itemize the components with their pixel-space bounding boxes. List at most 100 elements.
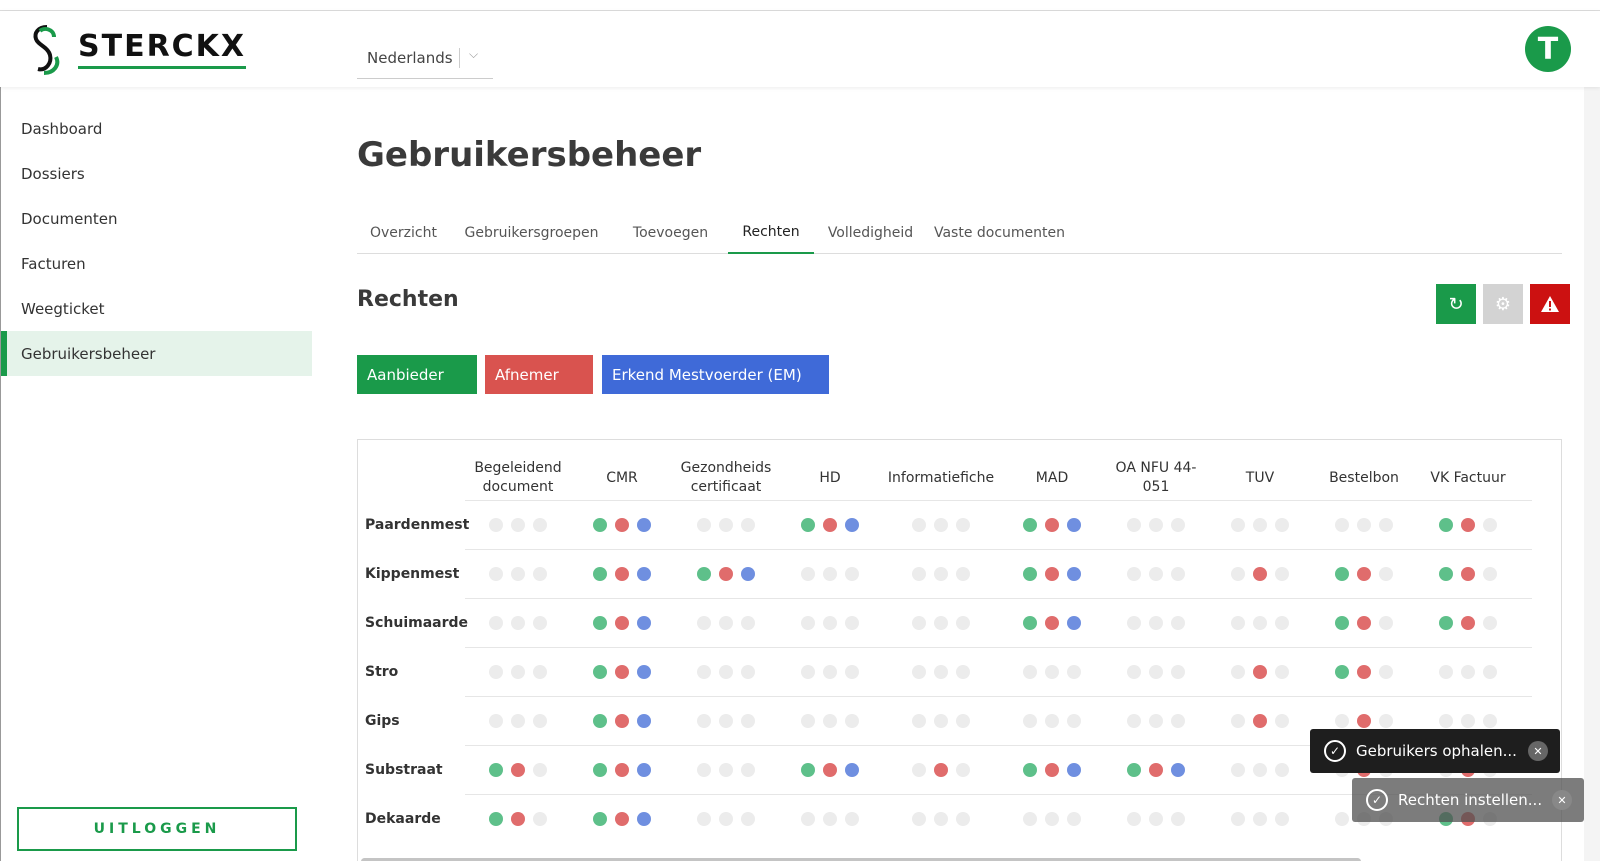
permission-dot[interactable] — [934, 616, 948, 630]
permission-dot[interactable] — [489, 763, 503, 777]
permission-dot[interactable] — [1067, 665, 1081, 679]
sidebar-item-dashboard[interactable]: Dashboard — [1, 106, 313, 151]
permission-dot[interactable] — [1067, 567, 1081, 581]
refresh-button[interactable]: ↻ — [1436, 284, 1476, 324]
permission-dot[interactable] — [1379, 665, 1393, 679]
permission-dot[interactable] — [1253, 567, 1267, 581]
permission-dot[interactable] — [1275, 665, 1289, 679]
permission-dot[interactable] — [489, 665, 503, 679]
permission-dot[interactable] — [1045, 567, 1059, 581]
permission-dot[interactable] — [912, 518, 926, 532]
permission-dot[interactable] — [1275, 518, 1289, 532]
permission-dot[interactable] — [1127, 665, 1141, 679]
tab-volledigheid[interactable]: Volledigheid — [814, 212, 927, 254]
permission-dot[interactable] — [1357, 714, 1371, 728]
permission-dot[interactable] — [956, 763, 970, 777]
permission-dot[interactable] — [1461, 616, 1475, 630]
permission-dot[interactable] — [934, 518, 948, 532]
permission-dot[interactable] — [511, 812, 525, 826]
permission-dot[interactable] — [593, 714, 607, 728]
permission-dot[interactable] — [912, 567, 926, 581]
language-select[interactable]: Nederlands ⌵ — [357, 37, 493, 79]
permission-dot[interactable] — [741, 812, 755, 826]
permission-dot[interactable] — [1023, 812, 1037, 826]
permission-dot[interactable] — [1275, 714, 1289, 728]
permission-dot[interactable] — [1171, 665, 1185, 679]
permission-dot[interactable] — [511, 518, 525, 532]
permission-dot[interactable] — [593, 763, 607, 777]
permission-dot[interactable] — [1045, 763, 1059, 777]
permission-dot[interactable] — [741, 763, 755, 777]
permission-dot[interactable] — [1127, 567, 1141, 581]
permission-dot[interactable] — [1357, 567, 1371, 581]
avatar[interactable]: T — [1525, 26, 1571, 72]
permission-dot[interactable] — [697, 763, 711, 777]
close-icon[interactable]: ✕ — [1528, 741, 1548, 761]
permission-dot[interactable] — [697, 665, 711, 679]
permission-dot[interactable] — [1045, 518, 1059, 532]
permission-dot[interactable] — [533, 518, 547, 532]
permission-dot[interactable] — [1483, 665, 1497, 679]
permission-dot[interactable] — [1231, 812, 1245, 826]
permission-dot[interactable] — [1149, 714, 1163, 728]
permission-dot[interactable] — [956, 665, 970, 679]
permission-dot[interactable] — [1171, 763, 1185, 777]
warning-button[interactable] — [1530, 284, 1570, 324]
permission-dot[interactable] — [1335, 518, 1349, 532]
permission-dot[interactable] — [801, 812, 815, 826]
permission-dot[interactable] — [1127, 616, 1141, 630]
permission-dot[interactable] — [489, 567, 503, 581]
tab-overzicht[interactable]: Overzicht — [357, 212, 450, 254]
permission-dot[interactable] — [912, 665, 926, 679]
permission-dot[interactable] — [956, 616, 970, 630]
permission-dot[interactable] — [1253, 616, 1267, 630]
permission-dot[interactable] — [637, 763, 651, 777]
permission-dot[interactable] — [1023, 714, 1037, 728]
permission-dot[interactable] — [912, 616, 926, 630]
permission-dot[interactable] — [741, 518, 755, 532]
permission-dot[interactable] — [719, 518, 733, 532]
permission-dot[interactable] — [934, 665, 948, 679]
permission-dot[interactable] — [533, 763, 547, 777]
permission-dot[interactable] — [934, 714, 948, 728]
permission-dot[interactable] — [1253, 763, 1267, 777]
permission-dot[interactable] — [1439, 714, 1453, 728]
permission-dot[interactable] — [533, 567, 547, 581]
permission-dot[interactable] — [719, 616, 733, 630]
permission-dot[interactable] — [823, 518, 837, 532]
permission-dot[interactable] — [637, 518, 651, 532]
permission-dot[interactable] — [593, 518, 607, 532]
permission-dot[interactable] — [1439, 567, 1453, 581]
permission-dot[interactable] — [1335, 665, 1349, 679]
permission-dot[interactable] — [1461, 665, 1475, 679]
permission-dot[interactable] — [1379, 616, 1393, 630]
permission-dot[interactable] — [1461, 714, 1475, 728]
permission-dot[interactable] — [637, 567, 651, 581]
permission-dot[interactable] — [511, 665, 525, 679]
sidebar-item-weegticket[interactable]: Weegticket — [1, 286, 313, 331]
permission-dot[interactable] — [1275, 567, 1289, 581]
permission-dot[interactable] — [845, 567, 859, 581]
role-afnemer-button[interactable]: Afnemer — [485, 355, 593, 394]
permission-dot[interactable] — [1023, 567, 1037, 581]
permission-dot[interactable] — [1275, 812, 1289, 826]
permission-dot[interactable] — [1067, 812, 1081, 826]
permission-dot[interactable] — [489, 812, 503, 826]
permission-dot[interactable] — [1461, 567, 1475, 581]
permission-dot[interactable] — [697, 714, 711, 728]
role-aanbieder-button[interactable]: Aanbieder — [357, 355, 477, 394]
permission-dot[interactable] — [1023, 665, 1037, 679]
permission-dot[interactable] — [1127, 812, 1141, 826]
permission-dot[interactable] — [1231, 616, 1245, 630]
permission-dot[interactable] — [934, 812, 948, 826]
permission-dot[interactable] — [1045, 812, 1059, 826]
permission-dot[interactable] — [1023, 616, 1037, 630]
permission-dot[interactable] — [1379, 518, 1393, 532]
permission-dot[interactable] — [1127, 518, 1141, 532]
permission-dot[interactable] — [823, 812, 837, 826]
permission-dot[interactable] — [1253, 714, 1267, 728]
permission-dot[interactable] — [845, 665, 859, 679]
permission-dot[interactable] — [615, 812, 629, 826]
permission-dot[interactable] — [1253, 665, 1267, 679]
permission-dot[interactable] — [1357, 518, 1371, 532]
